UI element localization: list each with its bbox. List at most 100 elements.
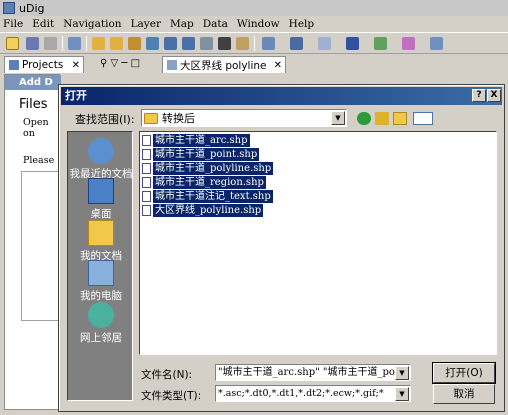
look-in-label: 查找范围(I): — [75, 113, 135, 126]
tab-projects-label: Projects — [22, 59, 64, 71]
feature-edit-icon[interactable] — [402, 37, 415, 50]
recent-documents-icon — [88, 138, 114, 164]
properties-icon[interactable] — [68, 37, 81, 50]
my-documents-icon — [88, 220, 114, 246]
shape-tool-icon[interactable] — [318, 37, 331, 50]
udig-app-icon — [3, 2, 15, 14]
chevron-down-icon[interactable]: ▼ — [331, 111, 345, 125]
shapefile-icon — [142, 163, 151, 174]
projects-icon — [9, 60, 19, 70]
file-type-value: *.asc;*.dt0,*.dt1,*.dt2;*.ecw;*.gif;* — [218, 388, 384, 399]
file-item[interactable]: 大区界线_polyline.shp — [142, 204, 264, 217]
up-folder-icon[interactable] — [375, 112, 389, 125]
open-button[interactable]: 打开(O) — [432, 362, 496, 384]
tab-map-label: 大区界线 polyline — [180, 59, 267, 72]
chevron-down-icon[interactable]: ▼ — [395, 366, 409, 380]
toolbar-separator — [62, 36, 63, 51]
view-tab-bar: Projects ✕ ⚲ ▽ ─ □ 大区界线 polyline ✕ — [0, 54, 508, 74]
file-name-input[interactable]: "城市主干道_arc.shp" "城市主干道_point ▼ — [215, 364, 411, 381]
file-list[interactable]: 城市主干道_arc.shp 城市主干道_point.shp 城市主干道_poly… — [139, 131, 497, 355]
cancel-button[interactable]: 取消 — [433, 384, 495, 404]
menu-window[interactable]: Window — [237, 18, 280, 30]
new-folder-icon[interactable] — [393, 112, 407, 125]
close-icon[interactable]: ✕ — [274, 60, 282, 71]
file-name: 大区界线_polyline.shp — [153, 204, 264, 217]
zoom-in-icon[interactable] — [164, 37, 177, 50]
menu-layer[interactable]: Layer — [131, 18, 161, 30]
menu-bar: File Edit Navigation Layer Map Data Wind… — [0, 16, 508, 32]
file-name: 城市主干道注记_text.shp — [153, 190, 273, 203]
file-name-label: 文件名(N): — [141, 369, 193, 381]
draw-line-icon[interactable] — [374, 37, 387, 50]
chevron-down-icon[interactable]: ▼ — [395, 387, 409, 401]
refresh-icon[interactable] — [200, 37, 213, 50]
menu-navigation[interactable]: Navigation — [63, 18, 121, 30]
network-icon — [88, 302, 114, 328]
open-dialog: 打开 ? X 查找范围(I): 转换后 ▼ 我最近的文档 桌面 我的文档 我的电… — [58, 84, 505, 412]
desktop-icon — [88, 178, 114, 204]
info-icon[interactable] — [346, 37, 359, 50]
file-name: 城市主干道_region.shp — [153, 176, 266, 189]
places-bar: 我最近的文档 桌面 我的文档 我的电脑 网上邻居 — [67, 131, 133, 401]
toolbar-separator — [254, 36, 255, 51]
file-name-value: "城市主干道_arc.shp" "城市主干道_point — [218, 367, 409, 378]
file-name: 城市主干道_point.shp — [153, 148, 260, 161]
file-type-label: 文件类型(T): — [141, 390, 202, 402]
place-network[interactable]: 网上邻居 — [68, 302, 134, 345]
dialog-title: 打开 — [65, 89, 87, 102]
place-my-computer[interactable]: 我的电脑 — [68, 260, 134, 303]
place-my-documents[interactable]: 我的文档 — [68, 220, 134, 263]
save-icon[interactable] — [26, 37, 39, 50]
pan-icon[interactable] — [128, 37, 141, 50]
add-data-wizard-panel: Add D Files Open on Please — [4, 74, 61, 410]
search-icon[interactable] — [262, 37, 275, 50]
file-item[interactable]: 城市主干道_point.shp — [142, 148, 260, 161]
zoom-out-icon[interactable] — [182, 37, 195, 50]
shapefile-icon — [142, 205, 151, 216]
please-text: Please — [23, 155, 55, 166]
files-heading: Files — [19, 97, 48, 112]
vertex-edit-icon[interactable] — [430, 37, 443, 50]
close-button[interactable]: X — [487, 89, 501, 102]
app-titlebar: uDig — [0, 0, 508, 16]
file-type-select[interactable]: *.asc;*.dt0,*.dt1,*.dt2;*.ecw;*.gif;* ▼ — [215, 385, 411, 402]
back-icon[interactable] — [92, 37, 105, 50]
close-icon[interactable]: ✕ — [72, 60, 80, 71]
place-desktop[interactable]: 桌面 — [68, 178, 134, 221]
place-network-label: 网上邻居 — [80, 332, 122, 344]
dialog-titlebar: 打开 ? X — [61, 87, 502, 105]
menu-file[interactable]: File — [3, 18, 23, 30]
stop-icon[interactable] — [218, 37, 231, 50]
zoom-extent-icon[interactable] — [146, 37, 159, 50]
forward-icon[interactable] — [110, 37, 123, 50]
tab-map[interactable]: 大区界线 polyline ✕ — [162, 56, 286, 73]
new-icon[interactable] — [6, 37, 19, 50]
save-all-icon[interactable] — [44, 37, 57, 50]
tab-projects[interactable]: Projects ✕ — [4, 56, 84, 73]
place-desktop-label: 桌面 — [90, 208, 112, 220]
selection-tool-icon[interactable] — [290, 37, 303, 50]
view-menu-icon[interactable] — [413, 112, 433, 125]
shapefile-icon — [142, 135, 151, 146]
edit-icon[interactable] — [236, 37, 249, 50]
map-icon — [167, 60, 177, 70]
wizard-list[interactable] — [21, 171, 61, 321]
menu-data[interactable]: Data — [203, 18, 228, 30]
main-toolbar — [0, 32, 508, 54]
place-recent[interactable]: 我最近的文档 — [68, 138, 134, 181]
menu-map[interactable]: Map — [170, 18, 194, 30]
file-item[interactable]: 城市主干道_region.shp — [142, 176, 266, 189]
file-item[interactable]: 城市主干道_polyline.shp — [142, 162, 274, 175]
toolbar-separator — [86, 36, 87, 51]
link-icon[interactable]: ⚲ ▽ ─ □ — [100, 58, 140, 69]
help-button[interactable]: ? — [472, 89, 486, 102]
file-item[interactable]: 城市主干道_arc.shp — [142, 134, 250, 147]
my-computer-icon — [88, 260, 114, 286]
back-icon[interactable] — [357, 112, 371, 125]
menu-help[interactable]: Help — [289, 18, 314, 30]
file-item[interactable]: 城市主干道注记_text.shp — [142, 190, 273, 203]
menu-edit[interactable]: Edit — [32, 18, 54, 30]
shapefile-icon — [142, 191, 151, 202]
look-in-select[interactable]: 转换后 ▼ — [141, 109, 347, 127]
place-my-computer-label: 我的电脑 — [80, 290, 122, 302]
